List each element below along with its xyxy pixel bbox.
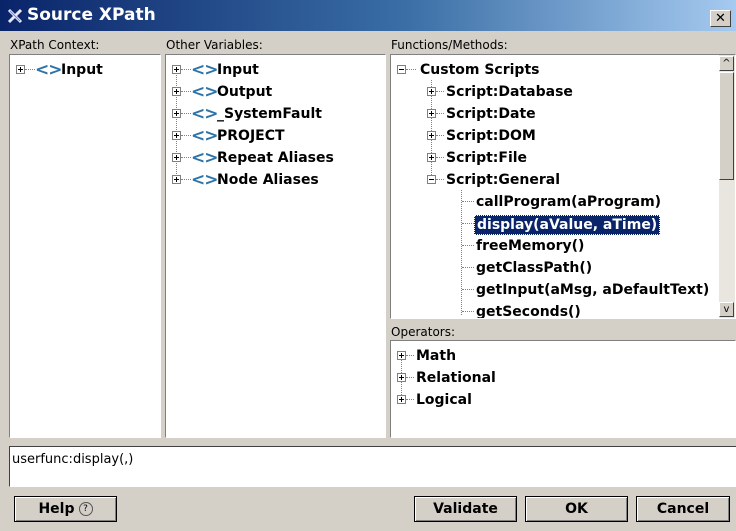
expand-icon[interactable]: [172, 65, 181, 74]
tree-node-script-database[interactable]: Script:Database: [391, 82, 716, 104]
expand-icon[interactable]: [397, 351, 406, 360]
tree-node-relational[interactable]: Relational: [391, 368, 731, 390]
tree-node-label: Repeat Aliases: [217, 150, 334, 166]
expand-icon[interactable]: [172, 87, 181, 96]
tree-node-node-aliases[interactable]: <> Node Aliases: [166, 170, 385, 192]
help-button[interactable]: Help?: [14, 496, 117, 522]
tree-node-label: Relational: [416, 370, 496, 386]
chevrons-icon: <>: [191, 60, 218, 80]
cancel-button[interactable]: Cancel: [636, 496, 730, 522]
functions-methods-tree[interactable]: Custom Scripts Script:Database Script:Da…: [390, 54, 736, 319]
function-item[interactable]: getSeconds(): [391, 302, 716, 319]
chevrons-icon: <>: [191, 82, 218, 102]
chevrons-icon: <>: [191, 148, 218, 168]
tree-node-script-dom[interactable]: Script:DOM: [391, 126, 716, 148]
xpath-editor-icon: [7, 8, 23, 24]
tree-node-label: Script:DOM: [446, 128, 536, 144]
scroll-up-button[interactable]: ^: [719, 56, 734, 71]
vertical-scrollbar[interactable]: ^ v: [719, 55, 735, 318]
tree-node-script-general[interactable]: Script:General: [391, 170, 716, 192]
function-item-selected[interactable]: display(aValue, aTime): [391, 214, 716, 236]
expand-icon[interactable]: [172, 175, 181, 184]
tree-node-label: Input: [217, 62, 259, 78]
expand-icon[interactable]: [172, 153, 181, 162]
function-label: getSeconds(): [476, 304, 581, 319]
expand-icon[interactable]: [427, 153, 436, 162]
xpath-expression-text: userfunc:display(,): [12, 452, 134, 467]
tree-node-label: Script:File: [446, 150, 528, 166]
tree-node-label: PROJECT: [217, 128, 285, 144]
tree-node-label: _SystemFault: [217, 106, 322, 122]
help-icon: ?: [78, 502, 93, 516]
tree-node-label: Node Aliases: [217, 172, 319, 188]
function-label: display(aValue, aTime): [474, 215, 661, 235]
expand-icon[interactable]: [397, 395, 406, 404]
function-label: callProgram(aProgram): [476, 194, 662, 210]
scroll-down-button[interactable]: v: [719, 302, 734, 317]
tree-node-input[interactable]: <> Input: [166, 60, 385, 82]
function-item[interactable]: getClassPath(): [391, 258, 716, 280]
functions-methods-label: Functions/Methods:: [391, 38, 508, 52]
tree-node-label: Script:Date: [446, 106, 536, 122]
tree-node-label: Script:General: [446, 172, 560, 188]
tree-node-label: Input: [61, 62, 103, 78]
tree-node-output[interactable]: <> Output: [166, 82, 385, 104]
tree-node-label: Custom Scripts: [420, 62, 540, 78]
tree-node-project[interactable]: <> PROJECT: [166, 126, 385, 148]
tree-node-script-date[interactable]: Script:Date: [391, 104, 716, 126]
other-variables-label: Other Variables:: [166, 38, 263, 52]
expand-icon[interactable]: [16, 65, 25, 74]
chevrons-icon: <>: [191, 104, 218, 124]
close-button[interactable]: ✕: [710, 10, 731, 27]
chevrons-icon: <>: [191, 170, 218, 190]
function-item[interactable]: freeMemory(): [391, 236, 716, 258]
function-label: getClassPath(): [476, 260, 593, 276]
tree-node-label: Logical: [416, 392, 472, 408]
expand-icon[interactable]: [172, 131, 181, 140]
validate-button[interactable]: Validate: [414, 496, 517, 522]
function-label: getInput(aMsg, aDefaultText): [476, 282, 710, 298]
expand-icon[interactable]: [397, 373, 406, 382]
window-title: Source XPath: [27, 5, 156, 25]
other-variables-tree[interactable]: <> Input <> Output <> _SystemFault <> PR…: [165, 54, 386, 438]
tree-node-systemfault[interactable]: <> _SystemFault: [166, 104, 385, 126]
expand-icon[interactable]: [427, 109, 436, 118]
tree-node-math[interactable]: Math: [391, 346, 731, 368]
operators-tree[interactable]: Math Relational Logical: [390, 340, 736, 438]
help-button-label: Help: [38, 501, 75, 517]
function-item[interactable]: getInput(aMsg, aDefaultText): [391, 280, 716, 302]
function-item[interactable]: callProgram(aProgram): [391, 192, 716, 214]
xpath-context-tree[interactable]: <> Input: [9, 54, 161, 438]
collapse-icon[interactable]: [397, 65, 406, 74]
ok-button[interactable]: OK: [525, 496, 628, 522]
expand-icon[interactable]: [427, 131, 436, 140]
chevrons-icon: <>: [35, 60, 62, 80]
operators-label: Operators:: [391, 325, 456, 339]
tree-node-repeat-aliases[interactable]: <> Repeat Aliases: [166, 148, 385, 170]
scroll-thumb[interactable]: [719, 72, 734, 180]
tree-node-input[interactable]: <> Input: [10, 60, 160, 82]
tree-node-label: Script:Database: [446, 84, 573, 100]
tree-node-custom-scripts[interactable]: Custom Scripts: [391, 60, 716, 82]
tree-node-script-file[interactable]: Script:File: [391, 148, 716, 170]
expand-icon[interactable]: [172, 109, 181, 118]
tree-node-logical[interactable]: Logical: [391, 390, 731, 412]
title-bar[interactable]: Source XPath ✕: [0, 0, 736, 31]
tree-node-label: Output: [217, 84, 273, 100]
tree-node-label: Math: [416, 348, 457, 364]
xpath-context-label: XPath Context:: [10, 38, 100, 52]
function-label: freeMemory(): [476, 238, 585, 254]
collapse-icon[interactable]: [427, 175, 436, 184]
chevrons-icon: <>: [191, 126, 218, 146]
xpath-expression-field[interactable]: userfunc:display(,): [9, 446, 736, 487]
expand-icon[interactable]: [427, 87, 436, 96]
